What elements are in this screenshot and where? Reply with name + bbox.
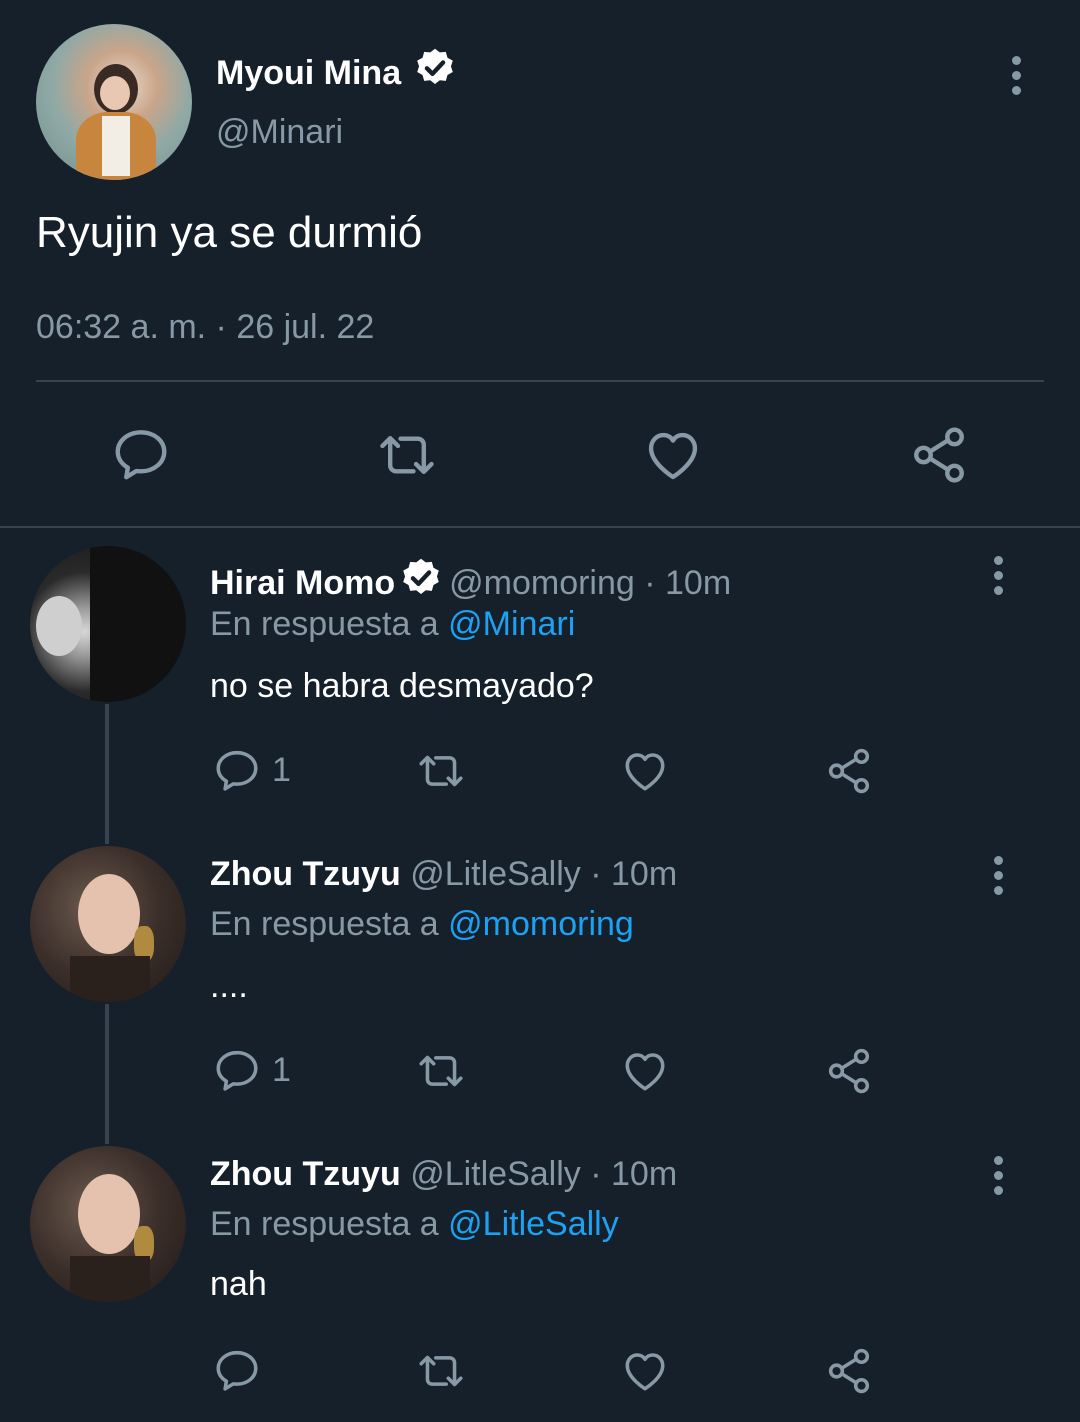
share-icon[interactable] <box>824 1346 874 1396</box>
main-display-name[interactable]: Myoui Mina <box>216 46 457 95</box>
reply-prefix: En respuesta a <box>210 905 439 943</box>
like-icon[interactable] <box>620 1346 670 1396</box>
reply-to-link[interactable]: @Minari <box>448 605 575 643</box>
main-tweet-text: Ryujin ya se durmió <box>36 208 423 257</box>
reply-display-name[interactable]: Hirai Momo <box>210 564 395 602</box>
reply-handle[interactable]: @momoring <box>449 564 635 602</box>
more-options-icon[interactable] <box>994 556 1004 601</box>
reply-to-link[interactable]: @momoring <box>448 905 634 943</box>
reply-text: no se habra desmayado? <box>210 667 594 705</box>
reply-time: · 10m <box>590 855 678 893</box>
retweet-icon[interactable] <box>372 424 442 486</box>
reply-count: 1 <box>272 1051 291 1089</box>
reply-text: nah <box>210 1265 267 1303</box>
share-icon[interactable] <box>824 1046 874 1096</box>
reply-display-name[interactable]: Zhou Tzuyu <box>210 1155 401 1193</box>
thread-line <box>105 1004 109 1144</box>
like-icon[interactable] <box>620 1046 670 1096</box>
retweet-icon[interactable] <box>412 1346 470 1396</box>
reply-icon[interactable] <box>212 746 262 796</box>
section-divider <box>0 526 1080 528</box>
retweet-icon[interactable] <box>412 746 470 796</box>
main-display-name-text[interactable]: Myoui Mina <box>216 54 401 92</box>
avatar-myoui-mina[interactable] <box>36 24 192 180</box>
main-timestamp[interactable]: 06:32 a. m. · 26 jul. 22 <box>36 306 374 348</box>
reply-to-link[interactable]: @LitleSally <box>448 1205 619 1243</box>
reply-context: En respuesta a @momoring <box>210 902 634 946</box>
thread-line <box>105 704 109 844</box>
share-icon[interactable] <box>908 424 970 486</box>
reply-handle[interactable]: @LitleSally <box>410 1155 581 1193</box>
avatar-hirai-momo[interactable] <box>30 546 186 702</box>
reply-time: · 10m <box>590 1155 678 1193</box>
reply-header: Zhou Tzuyu @LitleSally · 10m <box>210 1152 677 1196</box>
reply-display-name[interactable]: Zhou Tzuyu <box>210 855 401 893</box>
reply-count: 1 <box>272 751 291 789</box>
reply-prefix: En respuesta a <box>210 1205 439 1243</box>
reply-context: En respuesta a @LitleSally <box>210 1202 619 1246</box>
avatar-zhou-tzuyu[interactable] <box>30 846 186 1002</box>
reply-icon[interactable] <box>110 424 172 486</box>
more-options-icon[interactable] <box>994 856 1004 901</box>
verified-badge-icon <box>399 556 443 600</box>
reply-icon[interactable] <box>212 1046 262 1096</box>
more-options-icon[interactable] <box>994 1156 1004 1201</box>
verified-badge-icon <box>413 46 457 90</box>
main-handle[interactable]: @Minari <box>216 110 343 154</box>
reply-context: En respuesta a @Minari <box>210 602 575 646</box>
reply-prefix: En respuesta a <box>210 605 439 643</box>
reply-handle[interactable]: @LitleSally <box>410 855 581 893</box>
like-icon[interactable] <box>620 746 670 796</box>
reply-icon[interactable] <box>212 1346 262 1396</box>
avatar-zhou-tzuyu[interactable] <box>30 1146 186 1302</box>
retweet-icon[interactable] <box>412 1046 470 1096</box>
reply-header: Zhou Tzuyu @LitleSally · 10m <box>210 852 677 896</box>
divider <box>36 380 1044 382</box>
more-options-icon[interactable] <box>1012 56 1022 101</box>
like-icon[interactable] <box>642 424 704 486</box>
reply-time: · 10m <box>644 564 732 602</box>
reply-header: Hirai Momo @momoring · 10m <box>210 556 731 605</box>
share-icon[interactable] <box>824 746 874 796</box>
reply-text: .... <box>210 967 248 1005</box>
